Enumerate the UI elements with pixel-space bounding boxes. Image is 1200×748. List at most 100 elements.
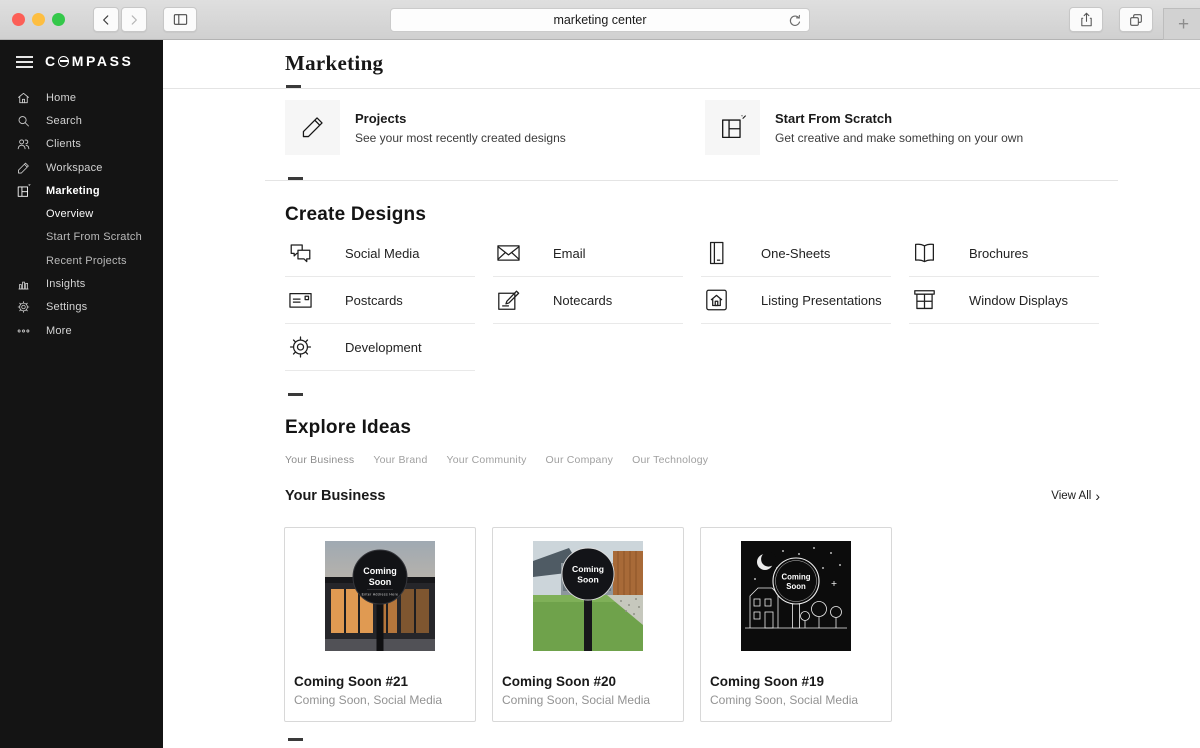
section-dash <box>288 393 303 396</box>
template-thumbnail: Coming Soon <box>533 541 643 651</box>
view-all-label: View All <box>1051 490 1091 502</box>
sidebar-toggle-button[interactable] <box>163 7 197 32</box>
design-type-label: One-Sheets <box>761 246 830 261</box>
chat-bubbles-icon <box>287 240 314 267</box>
minimize-window-button[interactable] <box>32 13 45 26</box>
sidebar-item-label: Start From Scratch <box>46 231 142 243</box>
sidebar-item-workspace[interactable]: Workspace <box>0 156 163 179</box>
logo-letter-c: C <box>45 53 58 69</box>
design-type-social-media[interactable]: Social Media <box>285 230 475 277</box>
window-icon <box>911 287 938 314</box>
design-type-one-sheets[interactable]: One-Sheets <box>701 230 891 277</box>
sign-text-line2: Soon <box>369 577 392 587</box>
template-card-coming-soon-19[interactable]: Coming Soon Coming Soon #19 Coming Soon,… <box>700 527 892 722</box>
tab-your-community[interactable]: Your Community <box>447 454 527 466</box>
sidebar-item-label: Search <box>46 115 82 127</box>
note-pen-icon <box>495 287 522 314</box>
your-business-heading: Your Business <box>285 488 385 504</box>
forward-button[interactable] <box>121 7 147 32</box>
sidebar-item-start-from-scratch[interactable]: Start From Scratch <box>0 226 163 249</box>
design-type-label: Window Displays <box>969 293 1068 308</box>
template-card-coming-soon-20[interactable]: Coming Soon Coming Soon #20 Coming Soon,… <box>492 527 684 722</box>
design-type-window-displays[interactable]: Window Displays <box>909 277 1099 324</box>
sidebar-item-label: More <box>46 325 72 337</box>
sign-note-text: Enter Address Here <box>362 593 399 597</box>
sidebar-item-marketing[interactable]: Marketing <box>0 179 163 202</box>
sidebar-item-home[interactable]: Home <box>0 86 163 109</box>
sidebar-item-settings[interactable]: Settings <box>0 296 163 319</box>
design-type-label: Development <box>345 340 422 355</box>
sidebar-item-overview[interactable]: Overview <box>0 202 163 225</box>
tab-your-business[interactable]: Your Business <box>285 454 354 466</box>
tab-our-company[interactable]: Our Company <box>546 454 614 466</box>
logo-o-mark <box>58 56 69 67</box>
feature-title: Projects <box>355 111 566 126</box>
zoom-window-button[interactable] <box>52 13 65 26</box>
house-frame-icon <box>703 287 730 314</box>
sidebar-icon <box>172 12 189 27</box>
template-thumbnail: Coming Soon <box>741 541 851 651</box>
address-bar[interactable]: marketing center <box>390 8 810 32</box>
new-tab-button[interactable]: + <box>1163 8 1200 40</box>
design-type-listing-presentations[interactable]: Listing Presentations <box>701 277 891 324</box>
browser-window: marketing center + C MPASS <box>0 0 1200 748</box>
design-type-label: Social Media <box>345 246 419 261</box>
sidebar-item-insights[interactable]: Insights <box>0 272 163 295</box>
design-type-postcards[interactable]: Postcards <box>285 277 475 324</box>
start-from-scratch-card[interactable]: Start From Scratch Get creative and make… <box>705 100 1023 155</box>
feature-subtitle: See your most recently created designs <box>355 131 566 145</box>
sign-text-line1: Coming <box>363 566 397 576</box>
section-dash <box>288 738 303 741</box>
gear-icon <box>16 300 31 315</box>
tab-our-technology[interactable]: Our Technology <box>632 454 708 466</box>
design-type-email[interactable]: Email <box>493 230 683 277</box>
explore-ideas-heading: Explore Ideas <box>285 417 411 439</box>
tabs-icon <box>1128 12 1144 28</box>
template-title: Coming Soon #21 <box>294 674 408 689</box>
design-type-label: Postcards <box>345 293 403 308</box>
sidebar-item-label: Insights <box>46 278 86 290</box>
bar-chart-icon <box>16 277 31 292</box>
back-button[interactable] <box>93 7 119 32</box>
view-all-link[interactable]: View All › <box>1051 490 1100 502</box>
sidebar-item-label: Clients <box>46 138 81 150</box>
template-card-coming-soon-21[interactable]: Coming Soon Enter Address Here Coming So… <box>284 527 476 722</box>
logo-letters: MPASS <box>72 53 134 69</box>
tab-your-brand[interactable]: Your Brand <box>373 454 427 466</box>
page-title: Marketing <box>285 51 383 76</box>
chevron-right-icon: › <box>1095 491 1100 501</box>
reload-icon <box>787 13 803 29</box>
close-window-button[interactable] <box>12 13 25 26</box>
menu-button[interactable] <box>16 56 33 69</box>
design-type-notecards[interactable]: Notecards <box>493 277 683 324</box>
create-designs-grid: Social Media Email One-Sheets Brochures <box>285 230 1099 371</box>
sheet-icon <box>703 240 730 267</box>
design-type-development[interactable]: Development <box>285 324 475 371</box>
pencil-icon <box>16 160 31 175</box>
sidebar: C MPASS Home Search Clients <box>0 40 163 748</box>
blank-canvas-icon <box>705 100 760 155</box>
sidebar-item-label: Marketing <box>46 185 100 197</box>
show-tabs-button[interactable] <box>1119 7 1153 32</box>
reload-button[interactable] <box>787 13 803 29</box>
sign-text-line2: Soon <box>786 582 806 591</box>
header-divider <box>163 88 1200 89</box>
design-type-brochures[interactable]: Brochures <box>909 230 1099 277</box>
sidebar-item-clients[interactable]: Clients <box>0 133 163 156</box>
envelope-icon <box>495 240 522 267</box>
template-thumbnail: Coming Soon Enter Address Here <box>325 541 435 651</box>
explore-tabs: Your Business Your Brand Your Community … <box>285 454 708 466</box>
plus-icon: + <box>1178 15 1189 34</box>
projects-card[interactable]: Projects See your most recently created … <box>285 100 566 155</box>
postcard-icon <box>287 287 314 314</box>
template-subtitle: Coming Soon, Social Media <box>294 693 442 707</box>
sidebar-item-recent-projects[interactable]: Recent Projects <box>0 249 163 272</box>
feature-subtitle: Get creative and make something on your … <box>775 131 1023 145</box>
share-icon <box>1079 11 1094 28</box>
sidebar-item-search[interactable]: Search <box>0 109 163 132</box>
sidebar-item-label: Home <box>46 92 76 104</box>
share-button[interactable] <box>1069 7 1103 32</box>
sidebar-item-more[interactable]: More <box>0 319 163 342</box>
sign-text-line1: Coming <box>781 573 810 582</box>
design-type-label: Email <box>553 246 586 261</box>
